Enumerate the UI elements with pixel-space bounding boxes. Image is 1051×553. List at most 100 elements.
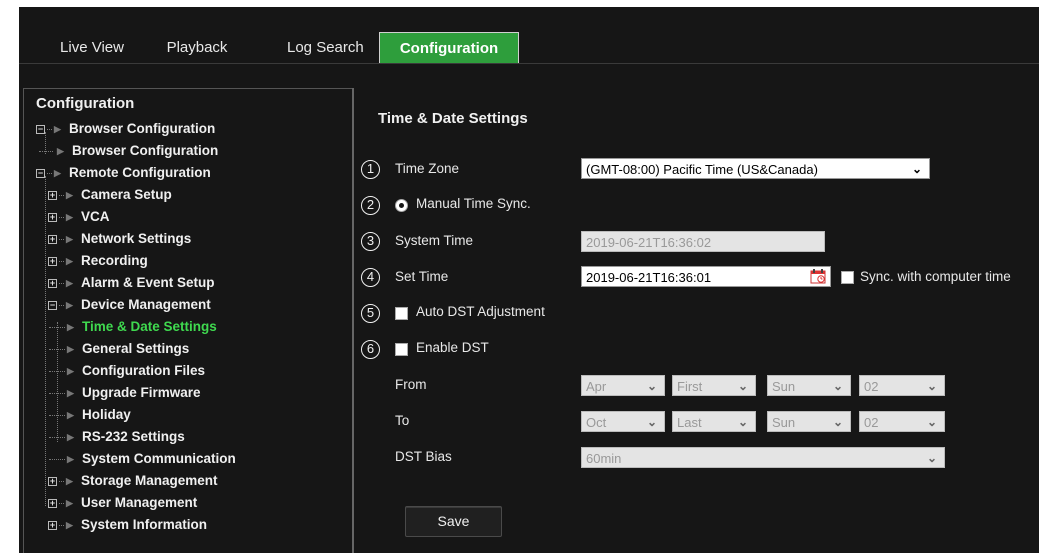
tree-upgrade-firmware[interactable]: ▶ Upgrade Firmware — [32, 382, 342, 404]
app-window: Live View Playback Log Search Configurat… — [19, 7, 1039, 553]
dst-bias-select[interactable]: 60min ⌄ — [581, 447, 945, 468]
tree-item-label: RS-232 Settings — [82, 429, 185, 444]
chevron-down-icon: ⌄ — [926, 415, 937, 429]
chevron-down-icon: ⌄ — [737, 379, 748, 393]
tree-item-label: User Management — [81, 495, 198, 510]
chevron-down-icon: ⌄ — [832, 415, 843, 429]
tree-arrow-icon: ▶ — [67, 366, 74, 376]
marker-3: 3 — [361, 232, 380, 251]
tree-item-label: Storage Management — [81, 473, 218, 488]
from-month-select[interactable]: Apr ⌄ — [581, 375, 665, 396]
tree-holiday[interactable]: ▶ Holiday — [32, 404, 342, 426]
set-time-value: 2019-06-21T16:36:01 — [586, 270, 712, 285]
tree-device-management[interactable]: − ▶ Device Management — [32, 294, 342, 316]
tree-network-settings[interactable]: + ▶ Network Settings — [32, 228, 342, 250]
tab-configuration[interactable]: Configuration — [379, 32, 519, 63]
from-week-select[interactable]: First ⌄ — [672, 375, 756, 396]
expand-icon[interactable]: + — [48, 279, 57, 288]
tree-arrow-icon: ▶ — [66, 278, 73, 288]
main-tabs: Live View Playback Log Search Configurat… — [19, 32, 1039, 64]
tree-rs232-settings[interactable]: ▶ RS-232 Settings — [32, 426, 342, 448]
marker-4: 4 — [361, 268, 380, 287]
from-day-value: Sun — [772, 379, 796, 394]
expand-icon[interactable]: + — [48, 477, 57, 486]
chevron-down-icon: ⌄ — [926, 379, 937, 393]
from-hour-select[interactable]: 02 ⌄ — [859, 375, 945, 396]
tree-time-date-settings[interactable]: ▶ Time & Date Settings — [32, 316, 342, 338]
to-label: To — [395, 413, 410, 428]
tree-title: Configuration — [36, 95, 135, 112]
auto-dst-label: Auto DST Adjustment — [416, 304, 545, 319]
tree-system-information[interactable]: + ▶ System Information — [32, 514, 342, 536]
tree-arrow-icon: ▶ — [67, 344, 74, 354]
to-hour-select[interactable]: 02 ⌄ — [859, 411, 945, 432]
settings-panel: Time & Date Settings 1 Time Zone (GMT-08… — [352, 88, 1035, 553]
tree-general-settings[interactable]: ▶ General Settings — [32, 338, 342, 360]
manual-sync-radio[interactable] — [395, 199, 408, 212]
chevron-down-icon: ⌄ — [926, 451, 937, 465]
tree-arrow-icon: ▶ — [67, 454, 74, 464]
from-week-value: First — [677, 379, 703, 394]
expand-icon[interactable]: + — [48, 213, 57, 222]
chevron-down-icon: ⌄ — [832, 379, 843, 393]
expand-icon[interactable]: + — [48, 521, 57, 530]
tree-arrow-icon: ▶ — [57, 146, 64, 156]
to-day-value: Sun — [772, 415, 796, 430]
tree-camera-setup[interactable]: + ▶ Camera Setup — [32, 184, 342, 206]
tree-remote-configuration[interactable]: − ▶ Remote Configuration — [32, 162, 342, 184]
marker-5: 5 — [361, 304, 380, 323]
auto-dst-checkbox[interactable] — [395, 307, 408, 320]
tab-live-view[interactable]: Live View — [19, 32, 147, 63]
to-month-select[interactable]: Oct ⌄ — [581, 411, 665, 432]
tree-item-label: Recording — [81, 253, 148, 268]
sync-computer-checkbox[interactable] — [841, 271, 854, 284]
tree-item-label: General Settings — [82, 341, 190, 356]
to-week-select[interactable]: Last ⌄ — [672, 411, 756, 432]
tab-playback[interactable]: Playback — [147, 32, 247, 63]
tree-item-label: Network Settings — [81, 231, 192, 246]
tree-browser-configuration[interactable]: − ▶ Browser Configuration — [32, 118, 342, 140]
enable-dst-label: Enable DST — [416, 340, 489, 355]
expand-icon[interactable]: + — [48, 191, 57, 200]
expand-icon[interactable]: + — [48, 499, 57, 508]
from-day-select[interactable]: Sun ⌄ — [767, 375, 851, 396]
to-day-select[interactable]: Sun ⌄ — [767, 411, 851, 432]
tree-arrow-icon: ▶ — [66, 212, 73, 222]
dst-bias-label: DST Bias — [395, 449, 452, 464]
tree-item-label: Browser Configuration — [72, 143, 219, 158]
to-hour-value: 02 — [864, 415, 879, 430]
set-time-field[interactable]: 2019-06-21T16:36:01 — [581, 266, 831, 287]
system-time-field: 2019-06-21T16:36:02 — [581, 231, 825, 252]
marker-6: 6 — [361, 340, 380, 359]
from-hour-value: 02 — [864, 379, 879, 394]
chevron-down-icon: ⌄ — [646, 379, 657, 393]
expand-icon[interactable]: + — [48, 235, 57, 244]
tree-storage-management[interactable]: + ▶ Storage Management — [32, 470, 342, 492]
tree-item-label: VCA — [81, 209, 110, 224]
collapse-icon[interactable]: − — [48, 301, 57, 310]
tree-user-management[interactable]: + ▶ User Management — [32, 492, 342, 514]
tree-arrow-icon: ▶ — [66, 190, 73, 200]
time-zone-select[interactable]: (GMT-08:00) Pacific Time (US&Canada) ⌄ — [581, 158, 930, 179]
tree-browser-configuration-sub[interactable]: ▶ Browser Configuration — [32, 140, 342, 162]
expand-icon[interactable]: + — [48, 257, 57, 266]
collapse-icon[interactable]: − — [36, 169, 45, 178]
tree-vca[interactable]: + ▶ VCA — [32, 206, 342, 228]
tree-recording[interactable]: + ▶ Recording — [32, 250, 342, 272]
tree-item-label: Browser Configuration — [69, 121, 216, 136]
tree-system-communication[interactable]: ▶ System Communication — [32, 448, 342, 470]
tab-log-search[interactable]: Log Search — [247, 32, 371, 63]
calendar-icon[interactable] — [810, 269, 826, 284]
collapse-icon[interactable]: − — [36, 125, 45, 134]
from-month-value: Apr — [586, 379, 607, 394]
to-week-value: Last — [677, 415, 702, 430]
from-label: From — [395, 377, 427, 392]
marker-1: 1 — [361, 160, 380, 179]
enable-dst-checkbox[interactable] — [395, 343, 408, 356]
tree-alarm-event-setup[interactable]: + ▶ Alarm & Event Setup — [32, 272, 342, 294]
save-button[interactable]: Save — [405, 506, 502, 537]
tree-arrow-icon: ▶ — [66, 256, 73, 266]
panel-title: Time & Date Settings — [378, 110, 528, 127]
tree-configuration-files[interactable]: ▶ Configuration Files — [32, 360, 342, 382]
system-time-label: System Time — [395, 233, 474, 248]
